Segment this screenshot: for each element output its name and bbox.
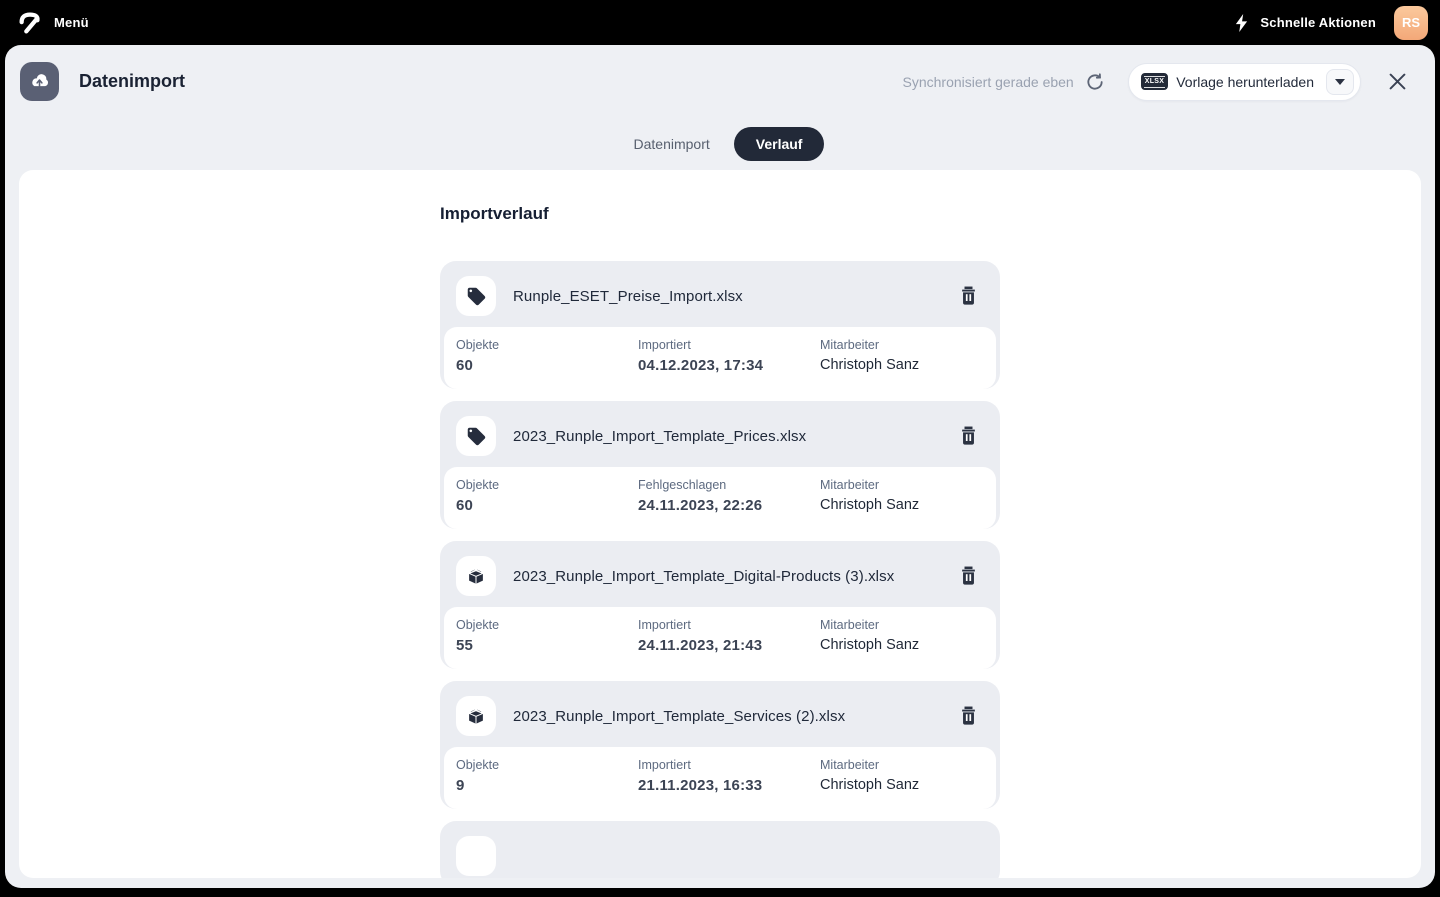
import-details: Objekte 55 Importiert 24.11.2023, 21:43 …	[444, 607, 996, 669]
trash-icon[interactable]	[956, 704, 980, 728]
employee-label: Mitarbeiter	[820, 338, 984, 352]
lightning-bolt-icon	[1232, 14, 1250, 32]
import-date: 24.11.2023, 21:43	[638, 637, 820, 654]
import-details: Objekte 60 Importiert 04.12.2023, 17:34 …	[444, 327, 996, 389]
download-template-label: Vorlage herunterladen	[1176, 74, 1314, 90]
trash-icon[interactable]	[956, 564, 980, 588]
status-label: Importiert	[638, 338, 820, 352]
file-icon	[456, 836, 496, 876]
import-filename: Runple_ESET_Preise_Import.xlsx	[513, 288, 956, 305]
status-label: Fehlgeschlagen	[638, 478, 820, 492]
import-date: 04.12.2023, 17:34	[638, 357, 820, 374]
tab-datenimport[interactable]: Datenimport	[616, 127, 728, 161]
objects-label: Objekte	[456, 338, 638, 352]
objects-label: Objekte	[456, 758, 638, 772]
menu-button[interactable]: Menü	[54, 15, 89, 30]
import-filename: 2023_Runple_Import_Template_Digital-Prod…	[513, 568, 956, 585]
import-date: 24.11.2023, 22:26	[638, 497, 820, 514]
import-filename: 2023_Runple_Import_Template_Services (2)…	[513, 708, 956, 725]
objects-count: 60	[456, 497, 638, 514]
status-label: Importiert	[638, 758, 820, 772]
sync-status-text: Synchronisiert gerade eben	[903, 74, 1074, 90]
download-options-dropdown[interactable]	[1326, 69, 1354, 95]
import-list-item: 2023_Runple_Import_Template_Prices.xlsx …	[440, 401, 1000, 529]
tabs: Datenimport Verlauf	[5, 118, 1435, 170]
objects-label: Objekte	[456, 478, 638, 492]
close-icon[interactable]	[1383, 68, 1411, 96]
import-filename: 2023_Runple_Import_Template_Prices.xlsx	[513, 428, 956, 445]
chevron-down-icon	[1335, 79, 1345, 85]
employee-label: Mitarbeiter	[820, 618, 984, 632]
import-list-item: Runple_ESET_Preise_Import.xlsx Objekte	[440, 261, 1000, 389]
datenimport-panel: Datenimport Synchronisiert gerade eben X…	[5, 45, 1435, 888]
import-details: Objekte 60 Fehlgeschlagen 24.11.2023, 22…	[444, 467, 996, 529]
status-label: Importiert	[638, 618, 820, 632]
objects-count: 60	[456, 357, 638, 374]
import-list-item: 2023_Runple_Import_Template_Digital-Prod…	[440, 541, 1000, 669]
runple-logo-icon[interactable]	[16, 9, 44, 37]
objects-label: Objekte	[456, 618, 638, 632]
objects-count: 55	[456, 637, 638, 654]
section-heading: Importverlauf	[440, 204, 1000, 224]
import-list-item-partial	[440, 821, 1000, 878]
import-list-item: 2023_Runple_Import_Template_Services (2)…	[440, 681, 1000, 809]
page-title: Datenimport	[79, 71, 185, 92]
refresh-icon[interactable]	[1082, 69, 1108, 95]
tag-icon	[456, 416, 496, 456]
employee-name: Christoph Sanz	[820, 497, 984, 513]
cloud-upload-icon	[20, 62, 59, 101]
employee-label: Mitarbeiter	[820, 478, 984, 492]
quick-actions-button[interactable]: Schnelle Aktionen	[1260, 15, 1376, 30]
package-icon	[456, 556, 496, 596]
import-date: 21.11.2023, 16:33	[638, 777, 820, 794]
employee-label: Mitarbeiter	[820, 758, 984, 772]
employee-name: Christoph Sanz	[820, 777, 984, 793]
import-history-card: Importverlauf Runple_ESET_Preise_Import.…	[19, 170, 1421, 878]
import-details: Objekte 9 Importiert 21.11.2023, 16:33 M…	[444, 747, 996, 809]
employee-name: Christoph Sanz	[820, 357, 984, 373]
employee-name: Christoph Sanz	[820, 637, 984, 653]
tab-verlauf[interactable]: Verlauf	[734, 127, 825, 161]
objects-count: 9	[456, 777, 638, 794]
package-icon	[456, 696, 496, 736]
tag-icon	[456, 276, 496, 316]
download-template-button[interactable]: XLSX Vorlage herunterladen	[1128, 63, 1361, 101]
page-header: Datenimport Synchronisiert gerade eben X…	[5, 45, 1435, 118]
xlsx-file-icon: XLSX	[1141, 73, 1168, 90]
trash-icon[interactable]	[956, 424, 980, 448]
topbar: Menü Schnelle Aktionen RS	[0, 0, 1440, 45]
trash-icon[interactable]	[956, 284, 980, 308]
user-avatar[interactable]: RS	[1394, 6, 1428, 40]
